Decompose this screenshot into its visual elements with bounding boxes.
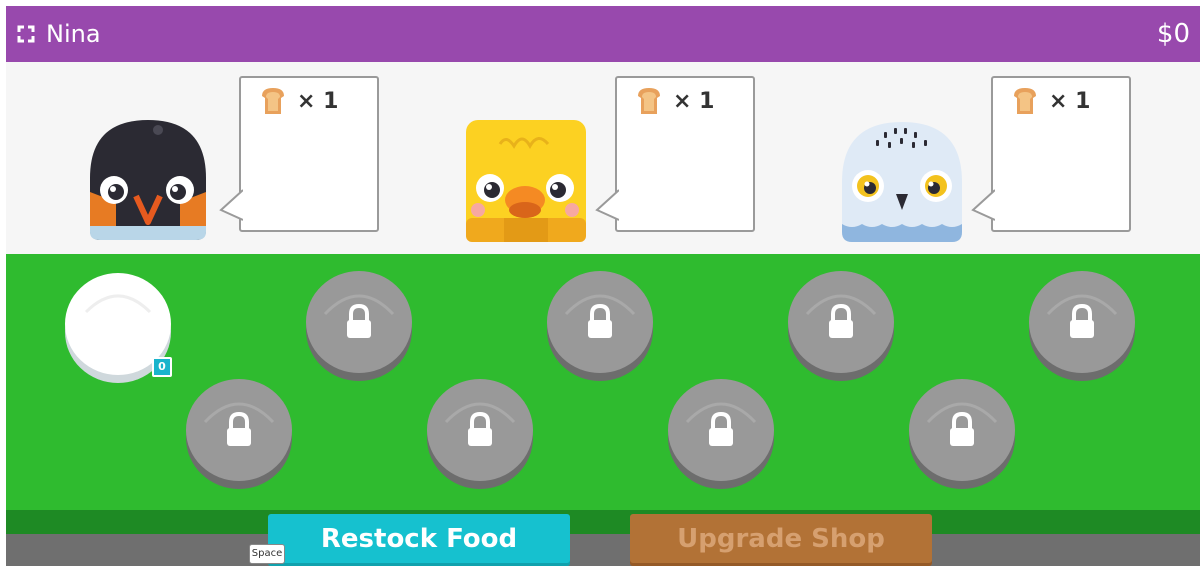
fullscreen-icon[interactable] (16, 24, 36, 44)
order-bubble: × 1 (219, 76, 379, 232)
order-count: × 1 (297, 88, 339, 114)
order-row: × 1 (635, 86, 714, 116)
floor (6, 534, 1200, 566)
plate-locked[interactable] (546, 266, 654, 384)
plate-locked[interactable] (305, 266, 413, 384)
toast-icon (1014, 88, 1036, 114)
order-row: × 1 (259, 86, 338, 116)
penguin-avatar (90, 120, 206, 240)
customer-penguin: × 1 (6, 62, 386, 254)
customer-area: × 1 × 1 × 1 (6, 62, 1200, 254)
plate-locked[interactable] (787, 266, 895, 384)
player-name: Nina (46, 20, 101, 48)
counter-edge (6, 510, 1200, 534)
plate-locked[interactable] (185, 374, 293, 492)
chick-avatar (466, 120, 586, 242)
space-hotkey-hint: Space (249, 544, 285, 564)
money-display: $0 (1156, 19, 1190, 49)
restock-food-button[interactable]: Restock Food (268, 514, 570, 566)
plate-locked[interactable] (667, 374, 775, 492)
customer-chick: × 1 (382, 62, 762, 254)
top-bar: Nina $0 (6, 6, 1200, 62)
upgrade-shop-button[interactable]: Upgrade Shop (630, 514, 932, 566)
plate-locked[interactable] (426, 374, 534, 492)
toast-icon (262, 88, 284, 114)
owl-avatar (842, 122, 962, 242)
plate-count-badge: 0 (152, 357, 172, 377)
order-row: × 1 (1011, 86, 1090, 116)
order-bubble: × 1 (595, 76, 755, 232)
order-count: × 1 (1049, 88, 1091, 114)
plate-locked[interactable] (908, 374, 1016, 492)
order-count: × 1 (673, 88, 715, 114)
plate-locked[interactable] (1028, 266, 1136, 384)
customer-owl: × 1 (758, 62, 1138, 254)
order-bubble: × 1 (971, 76, 1131, 232)
toast-icon (638, 88, 660, 114)
